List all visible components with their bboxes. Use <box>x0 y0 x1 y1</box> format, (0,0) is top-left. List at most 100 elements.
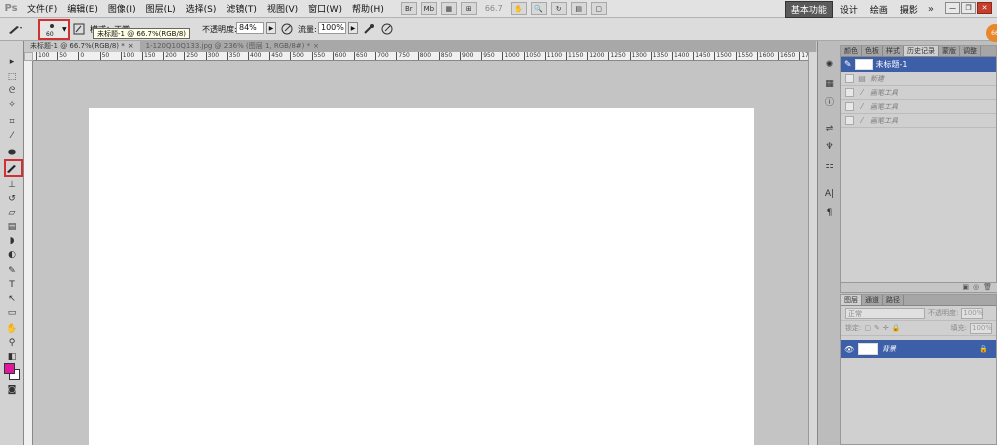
history-state[interactable]: ⁄ 画笔工具 <box>841 100 996 114</box>
restore-button[interactable]: ❐ <box>961 2 976 14</box>
zoom-tool-button[interactable]: 🔍 <box>530 2 547 15</box>
menu-edit[interactable]: 编辑(E) <box>62 2 103 15</box>
adjustments-panel-icon[interactable]: ⇌ <box>822 122 837 135</box>
canvas-area[interactable] <box>33 61 816 445</box>
brush-tool-preset-icon[interactable] <box>4 20 26 38</box>
close-icon[interactable]: × <box>313 42 319 50</box>
shape-tool-icon[interactable]: ▭ <box>5 307 19 319</box>
menu-select[interactable]: 选择(S) <box>181 2 222 15</box>
history-source-checkbox[interactable] <box>845 74 854 83</box>
workspace-photography[interactable]: 摄影 <box>895 2 923 17</box>
pen-tool-icon[interactable]: ✎ <box>5 265 19 277</box>
layer-opacity-field[interactable]: 100% <box>961 307 983 319</box>
close-icon[interactable]: × <box>128 42 134 50</box>
crop-tool-icon[interactable]: ⌗ <box>5 116 19 128</box>
path-select-tool-icon[interactable]: ↖ <box>5 293 19 305</box>
clone-source-panel-icon[interactable]: ♆ <box>822 140 837 153</box>
notification-badge[interactable]: 66 <box>986 24 997 42</box>
menu-filter[interactable]: 滤镜(T) <box>221 2 262 15</box>
blend-mode-select[interactable]: 正常 <box>845 307 925 319</box>
tab-channels[interactable]: 通道 <box>862 295 883 305</box>
history-source-checkbox[interactable] <box>845 88 854 97</box>
vertical-ruler[interactable] <box>24 52 33 445</box>
brush-panel-icon[interactable]: ⚏ <box>822 159 837 172</box>
lock-position-icon[interactable]: ✛ <box>883 324 889 332</box>
eyedropper-tool-icon[interactable]: ⁄ <box>5 130 19 142</box>
arrange-docs-button[interactable]: ▤ <box>570 2 587 15</box>
menu-layer[interactable]: 图层(L) <box>141 2 181 15</box>
lock-transparency-icon[interactable]: ▢ <box>864 324 871 332</box>
zoom-readout[interactable]: 66.7 <box>481 4 507 13</box>
view-extras-button[interactable]: ▦ <box>440 2 457 15</box>
tab-styles[interactable]: 样式 <box>883 46 904 56</box>
ruler-origin[interactable] <box>24 52 33 61</box>
lock-pixels-icon[interactable]: ✎ <box>874 324 880 332</box>
zoom-level-icon[interactable]: ⊞ <box>460 2 477 15</box>
new-document-from-state-icon[interactable]: ▣ <box>962 283 969 292</box>
tab-jpg-document[interactable]: 1-120Q10Q133.jpg @ 236% (图层 1, RGB/8#) *… <box>140 41 325 52</box>
workspace-design[interactable]: 设计 <box>835 2 863 17</box>
history-brush-source-icon[interactable]: ✎ <box>844 60 852 70</box>
lasso-tool-icon[interactable]: ᘓ <box>5 85 19 97</box>
move-tool-icon[interactable]: ▸ <box>5 56 19 68</box>
opacity-field[interactable]: 84% <box>236 22 264 34</box>
history-state[interactable]: ▤ 新建 <box>841 72 996 86</box>
character-panel-icon[interactable]: A| <box>822 187 837 200</box>
dodge-tool-icon[interactable]: ◐ <box>5 249 19 261</box>
close-button[interactable]: ✕ <box>977 2 992 14</box>
menu-file[interactable]: 文件(F) <box>22 2 62 15</box>
marquee-tool-icon[interactable]: ⬚ <box>5 71 19 83</box>
gradient-tool-icon[interactable]: ▤ <box>5 221 19 233</box>
eraser-tool-icon[interactable]: ▱ <box>5 207 19 219</box>
info-panel-icon[interactable]: ⓘ <box>822 95 837 108</box>
fill-field[interactable]: 100% <box>970 322 992 334</box>
workspace-painting[interactable]: 绘画 <box>865 2 893 17</box>
type-tool-icon[interactable]: T <box>5 279 19 291</box>
layer-row-background[interactable]: 👁 背景 🔒 <box>841 340 996 358</box>
history-brush-tool-icon[interactable]: ↺ <box>5 193 19 205</box>
horizontal-ruler[interactable]: 100 50 0 50 100 150 200 250 300 350 400 450 500 550 60… <box>33 52 816 61</box>
hand-tool-icon[interactable]: ✋ <box>5 323 19 335</box>
minimize-button[interactable]: — <box>945 2 960 14</box>
healing-brush-tool-icon[interactable]: ⬬ <box>5 147 19 159</box>
blur-tool-icon[interactable]: ◗ <box>5 235 19 247</box>
zoom-tool-icon[interactable]: ⚲ <box>5 337 19 349</box>
history-snapshot[interactable]: ✎ 未标题-1 <box>841 57 996 72</box>
flow-slider-arrow[interactable]: ▶ <box>348 22 358 34</box>
paragraph-panel-icon[interactable]: ¶ <box>822 206 837 219</box>
document-canvas[interactable] <box>89 108 754 445</box>
quick-mask-icon[interactable]: ◙ <box>5 384 19 396</box>
brush-panel-toggle-icon[interactable] <box>72 22 86 36</box>
color-panel-icon[interactable]: ✺ <box>822 58 837 71</box>
rotate-view-button[interactable]: ↻ <box>550 2 567 15</box>
tab-untitled-1[interactable]: 未标题-1 @ 66.7%(RGB/8) * × <box>24 41 140 52</box>
swatches-panel-icon[interactable]: ▦ <box>822 77 837 90</box>
lock-all-icon[interactable]: 🔒 <box>892 324 901 332</box>
history-source-checkbox[interactable] <box>845 102 854 111</box>
history-source-checkbox[interactable] <box>845 116 854 125</box>
swap-colors-icon[interactable]: ◧ <box>5 351 19 363</box>
more-workspaces-button[interactable]: » <box>925 4 937 15</box>
tablet-pressure-opacity-icon[interactable] <box>280 22 294 36</box>
tab-history[interactable]: 历史记录 <box>904 46 939 56</box>
screen-mode-button[interactable]: ▢ <box>590 2 607 15</box>
quick-select-tool-icon[interactable]: ✧ <box>5 99 19 111</box>
menu-image[interactable]: 图像(I) <box>103 2 141 15</box>
bridge-button[interactable]: Br <box>400 2 417 15</box>
flow-field[interactable]: 100% <box>318 22 346 34</box>
tab-adjustments[interactable]: 调整 <box>960 46 981 56</box>
eye-icon[interactable]: 👁 <box>844 345 854 354</box>
airbrush-icon[interactable] <box>362 22 376 36</box>
tab-paths[interactable]: 路径 <box>883 295 904 305</box>
vertical-scrollbar[interactable] <box>808 52 817 445</box>
hand-tool-button[interactable]: ✋ <box>510 2 527 15</box>
menu-help[interactable]: 帮助(H) <box>347 2 389 15</box>
opacity-slider-arrow[interactable]: ▶ <box>266 22 276 34</box>
trash-icon[interactable]: 🗑 <box>983 283 992 292</box>
tab-color[interactable]: 颜色 <box>841 46 862 56</box>
foreground-color-swatch[interactable] <box>4 363 15 374</box>
clone-stamp-tool-icon[interactable]: ⊥ <box>5 179 19 191</box>
menu-view[interactable]: 视图(V) <box>262 2 303 15</box>
history-state[interactable]: ⁄ 画笔工具 <box>841 114 996 128</box>
new-snapshot-icon[interactable]: ◎ <box>973 283 979 292</box>
